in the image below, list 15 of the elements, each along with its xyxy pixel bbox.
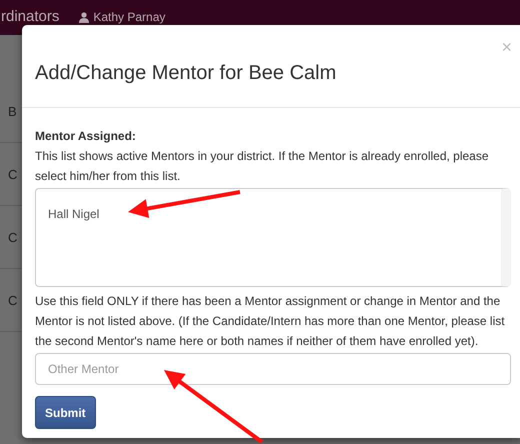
user-menu[interactable]: Kathy Parnay <box>79 10 166 24</box>
nav-label: rdinators <box>1 8 60 25</box>
mentor-list[interactable]: Hall Nigel <box>35 188 511 287</box>
field-label: Mentor Assigned: <box>35 128 137 145</box>
input-field[interactable]: Other Mentor <box>35 353 511 385</box>
list-option[interactable]: Hall Nigel <box>48 204 100 224</box>
row-text: C <box>8 230 18 244</box>
row-text: B <box>8 104 17 118</box>
user-icon <box>79 12 90 22</box>
row-text: C <box>8 292 18 308</box>
submit-button[interactable]: Submit <box>35 396 96 429</box>
help-text: This list shows active Mentors in your district. If the Mentor is already enrolled, please select him/her from this list. <box>35 148 490 185</box>
row-text: C <box>8 166 18 182</box>
help-text: Use this field ONLY if there has been a Mentor assignment or change in Mentor and the Mentor is not listed above. (If the Candidate/Intern has more than one Mentor, please list the second Mentor's name here or both names if neither of them have enrolled yet). <box>35 293 506 350</box>
dialog-title: Add/Change Mentor for Bee Calm <box>35 62 336 84</box>
